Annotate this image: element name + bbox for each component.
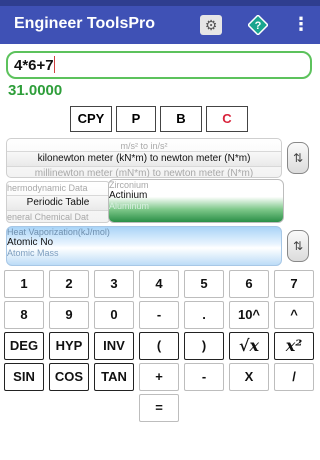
settings-button[interactable]: ⚙ — [200, 15, 222, 35]
unit-option-above: m/s² to in/s² — [120, 141, 168, 151]
help-button[interactable]: ? — [247, 14, 269, 36]
key-9[interactable]: 9 — [49, 301, 89, 329]
element-option-above: Zirconium — [109, 180, 149, 190]
key-decimal-point[interactable]: . — [184, 301, 224, 329]
app-root: Engineer ToolsPro ⚙ ? ⋮ 4*6+7 31.0000 CP… — [0, 0, 320, 460]
category-option-above: hermodynamic Data — [7, 183, 88, 193]
expression-text: 4*6+7 — [14, 57, 54, 74]
element-option-below: Aluminum — [109, 201, 150, 211]
p-button[interactable]: P — [116, 106, 156, 132]
unit-option-below: millinewton meter (mN*m) to newton meter… — [34, 168, 254, 178]
overflow-menu-button[interactable]: ⋮ — [292, 14, 310, 35]
unit-option-selected: kilonewton meter (kN*m) to newton meter … — [37, 153, 251, 164]
key-0[interactable]: 0 — [94, 301, 134, 329]
key-open-paren[interactable]: ( — [139, 332, 179, 360]
key-close-paren[interactable]: ) — [184, 332, 224, 360]
key-power[interactable]: ^ — [274, 301, 314, 329]
property-swap-button[interactable]: ⇅ — [287, 230, 309, 262]
help-diamond-icon: ? — [247, 14, 269, 36]
key-tan[interactable]: TAN — [94, 363, 134, 391]
key-hyp[interactable]: HYP — [49, 332, 89, 360]
bottom-spacer — [0, 452, 320, 460]
key-inv[interactable]: INV — [94, 332, 134, 360]
key-cos[interactable]: COS — [49, 363, 89, 391]
key-multiply[interactable]: X — [229, 363, 269, 391]
element-option-selected: Actinium — [109, 190, 148, 201]
svg-text:?: ? — [255, 20, 262, 32]
key-4[interactable]: 4 — [139, 270, 179, 298]
element-picker[interactable]: Zirconium Actinium Aluminum — [108, 179, 284, 223]
key-1[interactable]: 1 — [4, 270, 44, 298]
key-5[interactable]: 5 — [184, 270, 224, 298]
text-caret — [53, 56, 55, 73]
app-title: Engineer ToolsPro — [14, 15, 156, 32]
category-option-selected: Periodic Table — [26, 197, 90, 208]
key-3[interactable]: 3 — [94, 270, 134, 298]
category-picker[interactable]: hermodynamic Data Periodic Table eneral … — [6, 181, 110, 223]
vertical-dots-icon: ⋮ — [292, 14, 310, 34]
key-divide[interactable]: / — [274, 363, 314, 391]
property-option-selected: Atomic No — [7, 237, 54, 248]
key-subtract[interactable]: - — [184, 363, 224, 391]
key-2[interactable]: 2 — [49, 270, 89, 298]
result-display: 31.0000 — [8, 82, 63, 99]
unit-swap-button[interactable]: ⇅ — [287, 142, 309, 174]
property-picker[interactable]: Heat Vaporization(kJ/mol) Atomic No Atom… — [6, 226, 282, 266]
swap-icon: ⇅ — [292, 151, 304, 165]
key-plus[interactable]: + — [139, 363, 179, 391]
unit-conversion-picker[interactable]: m/s² to in/s² kilonewton meter (kN*m) to… — [6, 138, 282, 178]
clear-button[interactable]: C — [206, 106, 248, 132]
category-option-below: eneral Chemical Dat — [7, 212, 89, 222]
key-deg[interactable]: DEG — [4, 332, 44, 360]
key-square[interactable]: x² — [274, 332, 314, 360]
swap-icon: ⇅ — [292, 239, 304, 253]
key-7[interactable]: 7 — [274, 270, 314, 298]
expression-input[interactable]: 4*6+7 — [6, 51, 312, 79]
app-bar: Engineer ToolsPro ⚙ ? ⋮ — [0, 6, 320, 44]
property-option-below: Atomic Mass — [7, 248, 59, 258]
b-button[interactable]: B — [160, 106, 202, 132]
key-6[interactable]: 6 — [229, 270, 269, 298]
key-8[interactable]: 8 — [4, 301, 44, 329]
gear-icon: ⚙ — [204, 17, 218, 33]
copy-button[interactable]: CPY — [70, 106, 112, 132]
key-sin[interactable]: SIN — [4, 363, 44, 391]
key-minus-sign[interactable]: - — [139, 301, 179, 329]
property-option-above: Heat Vaporization(kJ/mol) — [7, 227, 110, 237]
key-square-root[interactable]: √x — [229, 332, 269, 360]
key-ten-power[interactable]: 10^ — [229, 301, 269, 329]
key-equals[interactable]: = — [139, 394, 179, 422]
